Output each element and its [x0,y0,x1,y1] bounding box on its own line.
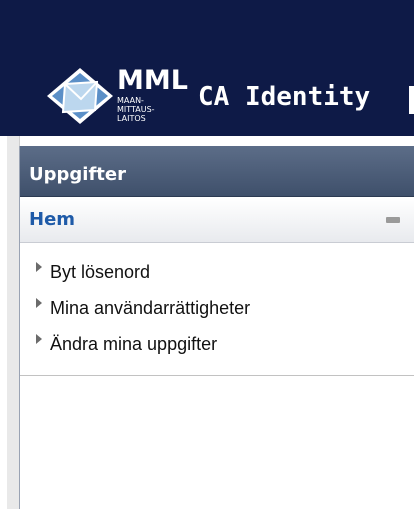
section-header-hem[interactable]: Hem [20,198,414,243]
logo-subtext-line: MITTAUS- [117,105,155,114]
task-list: Byt lösenord Mina användarrättigheter Än… [20,243,414,376]
task-link-label[interactable]: Byt lösenord [50,262,150,282]
app-header: MML MAAN- MITTAUS- LAITOS CA Identity [0,0,414,136]
tasks-panel-title: Uppgifter [29,164,126,185]
task-link-change-password[interactable]: Byt lösenord [36,259,150,285]
task-link-label[interactable]: Mina användarrättigheter [50,298,250,318]
task-link-edit-my-info[interactable]: Ändra mina uppgifter [36,331,217,357]
minus-icon[interactable] [386,217,400,223]
tasks-panel: Uppgifter Hem Byt lösenord Mina användar… [19,146,414,509]
logo-brand-text: MML [117,65,188,96]
task-link-label[interactable]: Ändra mina uppgifter [50,334,217,354]
tasks-panel-header: Uppgifter [20,146,414,197]
section-title[interactable]: Hem [29,208,75,232]
triangle-right-icon [36,334,42,344]
task-link-my-access-rights[interactable]: Mina användarrättigheter [36,295,250,321]
triangle-right-icon [36,262,42,272]
logo-subtext: MAAN- MITTAUS- LAITOS [117,96,157,123]
mml-logo-icon [47,68,113,124]
app-title: CA Identity [198,82,371,112]
title-cutoff-bar [409,86,414,114]
logo-subtext-line: MAAN- [117,96,144,105]
logo-subtext-line: LAITOS [117,114,146,123]
triangle-right-icon [36,298,42,308]
